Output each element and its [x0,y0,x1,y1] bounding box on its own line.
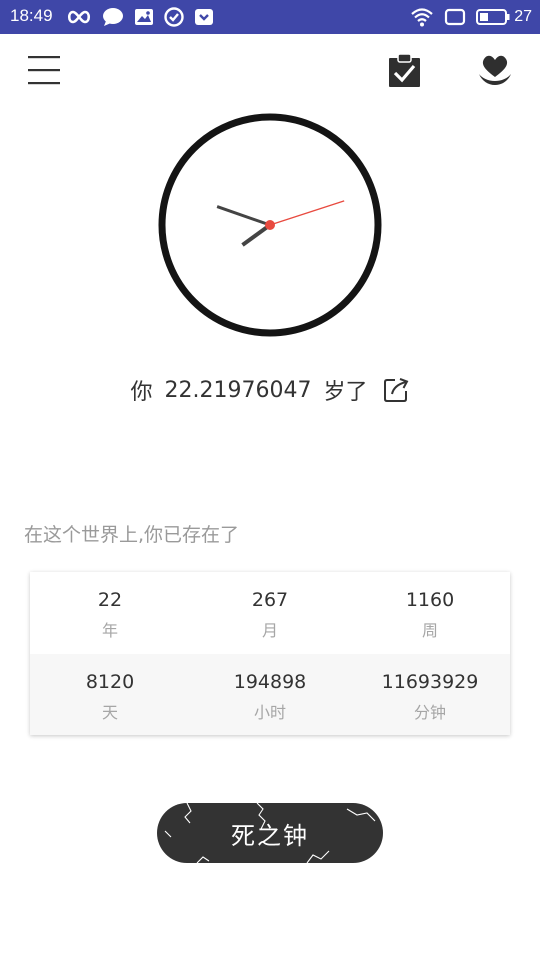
stat-value: 1160 [405,589,455,611]
age-display: 你 22.21976047 岁了 [0,370,540,410]
stat-unit: 小时 [253,703,286,722]
heart-button[interactable] [476,50,514,90]
menu-button[interactable] [26,52,64,90]
age-prefix: 你 [130,380,153,405]
stats-row: 22 年 267 月 1160 周 [30,572,510,653]
age-value: 22.21976047 [164,377,312,403]
age-suffix: 岁了 [323,380,368,405]
stat-value: 22 [97,589,123,611]
stat-value: 8120 [85,671,135,693]
death-clock-label: 死之钟 [231,821,309,850]
check-circle-icon [164,7,184,27]
stat-unit: 分钟 [413,703,446,722]
death-clock-button[interactable]: 死之钟 [157,803,383,863]
clipboard-check-icon [389,53,420,87]
checklist-button[interactable] [386,52,424,90]
stat-days: 8120 天 [30,654,190,735]
hamburger-menu-icon [28,56,60,85]
pocket-icon [195,9,213,25]
existence-stats-card: 22 年 267 月 1160 周 8120 天 194898 小时 11693… [30,572,510,735]
wifi-icon [411,8,433,27]
square-icon [445,8,466,26]
stat-value: 267 [251,589,289,611]
heart-in-hands-icon [479,55,511,85]
stat-hours: 194898 小时 [190,654,350,735]
stat-value: 11693929 [381,671,479,693]
stat-years: 22 年 [30,572,190,653]
battery-icon [476,9,510,25]
stat-minutes: 11693929 分钟 [350,654,510,735]
stat-months: 267 月 [190,572,350,653]
battery-level: 27 [514,8,532,25]
stat-unit: 年 [101,621,118,640]
stat-unit: 周 [421,621,438,640]
chat-bubble-icon [103,8,123,26]
stat-weeks: 1160 周 [350,572,510,653]
stats-row: 8120 天 194898 小时 11693929 分钟 [30,654,510,735]
gallery-icon [135,9,153,25]
status-time: 18:49 [10,6,53,25]
stat-unit: 月 [261,621,278,640]
stat-unit: 天 [101,703,118,722]
stat-value: 194898 [233,671,307,693]
share-icon[interactable] [382,376,410,404]
status-bar: 18:49 27 [0,0,540,34]
clock-center [265,220,275,230]
existence-caption: 在这个世界上,你已存在了 [24,524,240,546]
infinity-icon [67,10,91,24]
analog-clock [158,113,382,337]
